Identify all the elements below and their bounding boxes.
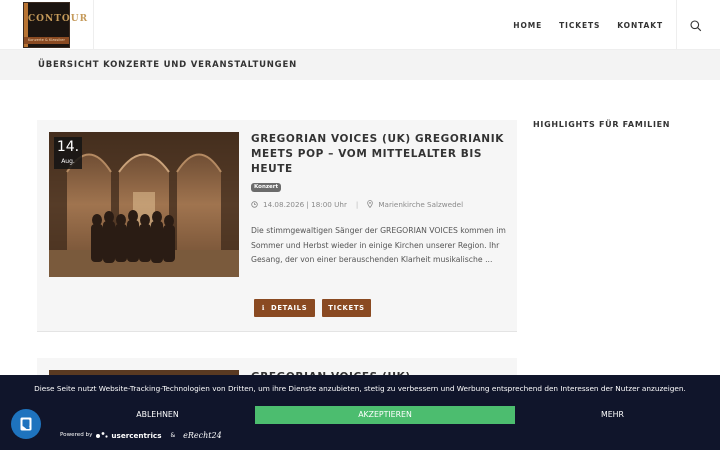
nav-item-tickets[interactable]: TICKETS — [559, 21, 600, 30]
details-label: DETAILS — [270, 304, 308, 312]
main-nav: HOME TICKETS KONTAKT — [513, 0, 663, 50]
site-header: CONTOUR Konzerte & Klassiker HOME TICKET… — [0, 0, 720, 50]
clock-icon — [251, 200, 258, 208]
event-title[interactable]: GREGORIAN VOICES (UK) GREGORIANIK MEETS … — [251, 132, 506, 177]
date-month: Aug. — [61, 158, 75, 165]
location-pin-icon — [367, 200, 374, 208]
reject-button[interactable]: ABLEHNEN — [60, 406, 255, 424]
privacy-icon — [20, 417, 32, 431]
event-excerpt: Die stimmgewaltigen Sänger der GREGORIAN… — [251, 226, 506, 264]
accept-button[interactable]: AKZEPTIEREN — [255, 406, 515, 424]
header-divider-right — [676, 0, 677, 50]
event-image[interactable]: 14. Aug. — [49, 132, 239, 277]
event-meta: 14.08.2026 | 18:00 Uhr | Marienkirche Sa… — [251, 199, 463, 209]
date-day: 14. — [56, 139, 80, 155]
logo-subtext: Konzerte & Klassiker — [24, 37, 69, 44]
search-icon[interactable] — [689, 18, 703, 32]
logo-text: CONTOUR — [28, 14, 89, 24]
event-datetime: 14.08.2026 | 18:00 Uhr — [263, 199, 347, 209]
sidebar-title: HIGHLIGHTS FÜR FAMILIEN — [533, 120, 671, 129]
meta-separator: | — [355, 199, 359, 209]
powered-by-label: Powered by — [60, 432, 93, 438]
cookie-banner: Diese Seite nutzt Website-Tracking-Techn… — [0, 375, 720, 450]
erecht24-logo[interactable]: eRecht24 — [183, 431, 222, 440]
details-button[interactable]: ℹ DETAILS — [254, 299, 315, 317]
usercentrics-label: usercentrics — [111, 430, 162, 440]
nav-item-kontakt[interactable]: KONTAKT — [617, 21, 663, 30]
cookie-text: Diese Seite nutzt Website-Tracking-Techn… — [34, 384, 686, 393]
more-button[interactable]: MEHR — [515, 406, 710, 424]
date-badge: 14. Aug. — [54, 137, 82, 169]
info-icon: ℹ — [261, 304, 265, 312]
event-location[interactable]: Marienkirche Salzwedel — [378, 200, 463, 209]
tickets-button[interactable]: TICKETS — [322, 299, 371, 317]
powered-by: Powered by usercentrics & eRecht24 — [60, 428, 222, 442]
amp-symbol: & — [170, 431, 176, 439]
category-badge[interactable]: Konzert — [251, 183, 282, 192]
page-title: ÜBERSICHT KONZERTE UND VERANSTALTUNGEN — [38, 60, 297, 70]
site-logo[interactable]: CONTOUR Konzerte & Klassiker — [23, 2, 89, 48]
privacy-settings-button[interactable] — [11, 409, 41, 439]
header-divider — [93, 0, 94, 50]
usercentrics-logo[interactable]: usercentrics — [95, 431, 161, 440]
event-card: 14. Aug. GREGORIAN VOICES (UK) GREGORIAN… — [37, 120, 517, 332]
page-title-bar: ÜBERSICHT KONZERTE UND VERANSTALTUNGEN — [0, 50, 720, 80]
usercentrics-icon — [96, 432, 109, 438]
nav-item-home[interactable]: HOME — [513, 21, 542, 30]
